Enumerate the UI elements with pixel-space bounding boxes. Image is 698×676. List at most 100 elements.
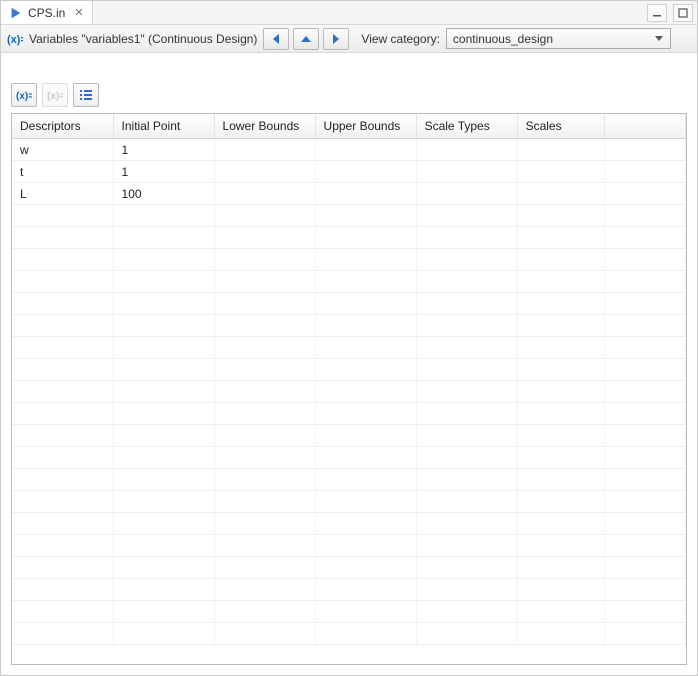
table-cell[interactable] — [315, 535, 416, 557]
variables-table[interactable]: DescriptorsInitial PointLower BoundsUppe… — [12, 114, 686, 645]
table-cell[interactable] — [113, 271, 214, 293]
table-cell[interactable] — [214, 557, 315, 579]
nav-forward-button[interactable] — [323, 28, 349, 50]
table-cell[interactable] — [605, 183, 686, 205]
table-cell[interactable] — [517, 205, 605, 227]
table-cell[interactable] — [416, 447, 517, 469]
table-cell[interactable] — [214, 227, 315, 249]
table-cell[interactable] — [12, 447, 113, 469]
table-cell[interactable] — [12, 403, 113, 425]
column-header[interactable]: Scales — [517, 114, 605, 139]
table-cell[interactable] — [12, 249, 113, 271]
table-cell[interactable] — [416, 161, 517, 183]
table-cell[interactable]: 1 — [113, 139, 214, 161]
table-cell[interactable] — [416, 513, 517, 535]
column-header[interactable] — [605, 114, 686, 139]
table-cell[interactable] — [315, 205, 416, 227]
table-cell[interactable] — [517, 293, 605, 315]
table-cell[interactable] — [12, 381, 113, 403]
table-cell[interactable] — [416, 557, 517, 579]
table-cell[interactable] — [517, 227, 605, 249]
table-cell[interactable] — [416, 293, 517, 315]
table-cell[interactable] — [416, 337, 517, 359]
table-cell[interactable] — [113, 535, 214, 557]
table-cell[interactable] — [214, 381, 315, 403]
table-cell[interactable]: t — [12, 161, 113, 183]
table-cell[interactable] — [517, 535, 605, 557]
table-row[interactable] — [12, 425, 686, 447]
table-cell[interactable] — [315, 271, 416, 293]
table-cell[interactable] — [113, 249, 214, 271]
table-cell[interactable] — [605, 315, 686, 337]
nav-back-button[interactable] — [263, 28, 289, 50]
table-cell[interactable] — [605, 249, 686, 271]
table-cell[interactable] — [605, 337, 686, 359]
table-cell[interactable] — [315, 293, 416, 315]
table-row[interactable] — [12, 205, 686, 227]
table-cell[interactable] — [517, 601, 605, 623]
table-cell[interactable] — [416, 579, 517, 601]
table-cell[interactable] — [517, 249, 605, 271]
table-cell[interactable] — [416, 623, 517, 645]
table-cell[interactable] — [113, 491, 214, 513]
table-cell[interactable] — [113, 381, 214, 403]
table-cell[interactable] — [517, 359, 605, 381]
table-cell[interactable] — [113, 359, 214, 381]
table-cell[interactable] — [214, 205, 315, 227]
table-cell[interactable] — [113, 557, 214, 579]
list-view-button[interactable] — [73, 83, 99, 107]
table-cell[interactable] — [416, 249, 517, 271]
table-cell[interactable] — [315, 491, 416, 513]
column-header[interactable]: Upper Bounds — [315, 114, 416, 139]
table-row[interactable] — [12, 579, 686, 601]
table-row[interactable] — [12, 315, 686, 337]
table-cell[interactable] — [416, 315, 517, 337]
table-cell[interactable] — [214, 183, 315, 205]
table-cell[interactable] — [214, 293, 315, 315]
table-cell[interactable] — [315, 315, 416, 337]
table-cell[interactable] — [605, 161, 686, 183]
table-cell[interactable] — [214, 491, 315, 513]
table-cell[interactable] — [517, 161, 605, 183]
table-cell[interactable] — [517, 337, 605, 359]
table-cell[interactable] — [517, 557, 605, 579]
table-cell[interactable] — [605, 139, 686, 161]
column-header[interactable]: Scale Types — [416, 114, 517, 139]
table-cell[interactable] — [416, 271, 517, 293]
table-cell[interactable] — [113, 315, 214, 337]
table-cell[interactable] — [113, 337, 214, 359]
table-cell[interactable]: 100 — [113, 183, 214, 205]
table-row[interactable] — [12, 227, 686, 249]
table-cell[interactable] — [12, 513, 113, 535]
add-variable-button[interactable]: (x)= — [11, 83, 37, 107]
table-cell[interactable] — [12, 535, 113, 557]
table-cell[interactable] — [214, 447, 315, 469]
table-cell[interactable] — [315, 469, 416, 491]
table-cell[interactable] — [12, 601, 113, 623]
table-cell[interactable] — [315, 447, 416, 469]
column-header[interactable]: Initial Point — [113, 114, 214, 139]
table-cell[interactable] — [214, 535, 315, 557]
table-cell[interactable] — [605, 205, 686, 227]
table-cell[interactable] — [12, 359, 113, 381]
table-cell[interactable] — [605, 535, 686, 557]
table-cell[interactable] — [315, 161, 416, 183]
table-cell[interactable] — [605, 557, 686, 579]
table-cell[interactable] — [315, 403, 416, 425]
maximize-icon[interactable] — [673, 4, 693, 22]
table-cell[interactable] — [214, 403, 315, 425]
table-cell[interactable] — [315, 227, 416, 249]
table-cell[interactable] — [315, 623, 416, 645]
table-row[interactable] — [12, 601, 686, 623]
table-cell[interactable] — [315, 557, 416, 579]
table-cell[interactable] — [315, 359, 416, 381]
table-cell[interactable] — [315, 381, 416, 403]
table-cell[interactable] — [605, 579, 686, 601]
table-row[interactable] — [12, 249, 686, 271]
minimize-icon[interactable] — [647, 4, 667, 22]
table-cell[interactable] — [315, 601, 416, 623]
table-cell[interactable] — [416, 601, 517, 623]
table-row[interactable] — [12, 447, 686, 469]
table-row[interactable] — [12, 623, 686, 645]
table-cell[interactable] — [605, 491, 686, 513]
